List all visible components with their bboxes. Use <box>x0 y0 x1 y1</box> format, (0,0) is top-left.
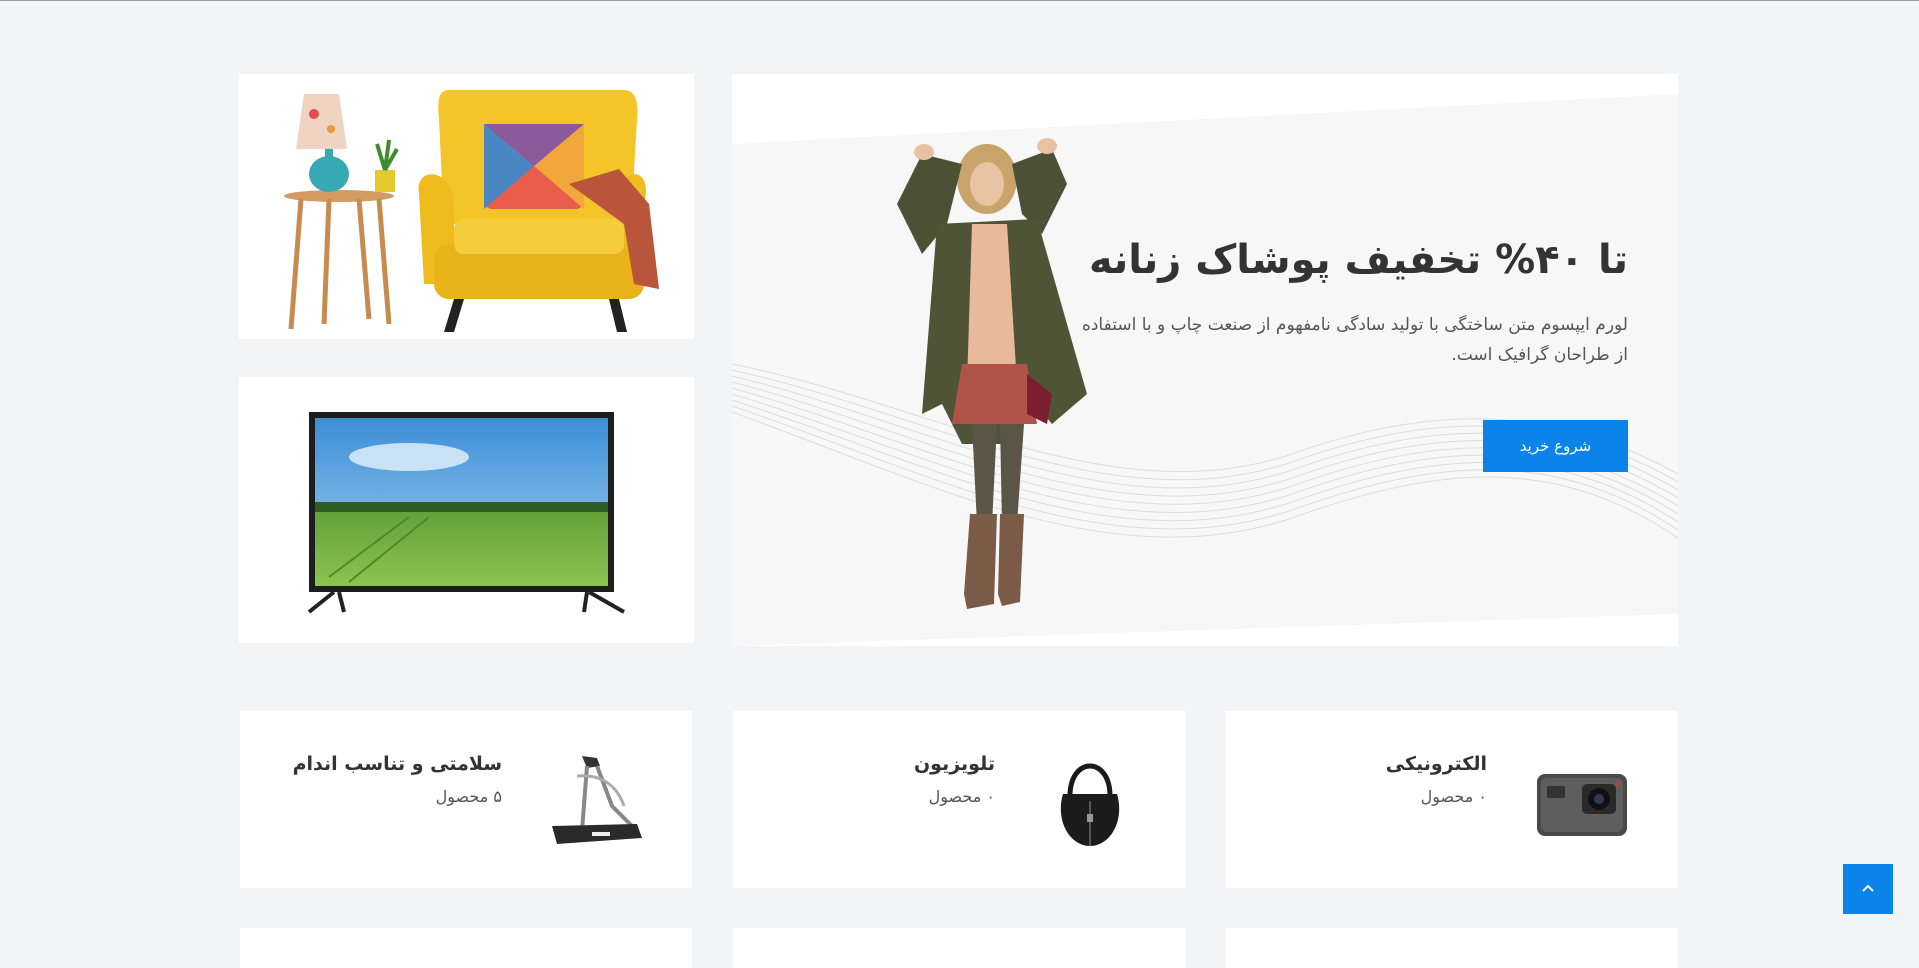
category-text: سلامتی و تناسب اندام ۵ محصول <box>293 753 502 806</box>
hero-banner[interactable]: تا ۴۰% تخفیف پوشاک زنانه لورم ایپسوم متن… <box>732 74 1678 646</box>
category-product-count: ۰ محصول <box>1420 787 1487 806</box>
armchair-image <box>284 90 659 332</box>
category-title[interactable]: الکترونیکی <box>1386 753 1487 775</box>
promo-furniture-card[interactable] <box>239 74 694 339</box>
category-card-fitness[interactable]: سلامتی و تناسب اندام ۵ محصول <box>240 711 692 888</box>
category-card-electronics[interactable]: الکترونیکی ۰ محصول <box>1225 711 1677 888</box>
television-image <box>307 412 625 614</box>
start-shopping-button[interactable]: شروع خرید <box>1483 420 1628 472</box>
category-text: الکترونیکی ۰ محصول <box>1386 753 1487 806</box>
promo-tv-card[interactable] <box>239 377 694 643</box>
category-card-partial[interactable] <box>240 928 692 968</box>
category-card-partial[interactable] <box>733 928 1185 968</box>
category-card-television[interactable]: تلویزیون ۰ محصول <box>733 711 1185 888</box>
hero-title: تا ۴۰% تخفیف پوشاک زنانه <box>1088 237 1628 283</box>
category-product-count: ۰ محصول <box>928 787 995 806</box>
model-woman-image <box>897 138 1087 609</box>
hero-text-block: تا ۴۰% تخفیف پوشاک زنانه لورم ایپسوم متن… <box>1068 234 1628 370</box>
chevron-up-icon <box>1862 884 1874 892</box>
category-product-count: ۵ محصول <box>435 787 502 806</box>
top-border <box>0 0 1919 1</box>
handbag-icon <box>1060 763 1120 846</box>
category-card-partial[interactable] <box>1225 928 1677 968</box>
category-title[interactable]: سلامتی و تناسب اندام <box>293 753 502 775</box>
category-text: تلویزیون ۰ محصول <box>914 753 995 806</box>
scroll-to-top-button[interactable] <box>1843 864 1893 914</box>
action-camera-icon <box>1537 774 1627 836</box>
hero-description: لورم ایپسوم متن ساختگی با تولید سادگی نا… <box>1081 315 1628 365</box>
treadmill-icon <box>552 756 642 844</box>
category-title[interactable]: تلویزیون <box>914 753 995 775</box>
